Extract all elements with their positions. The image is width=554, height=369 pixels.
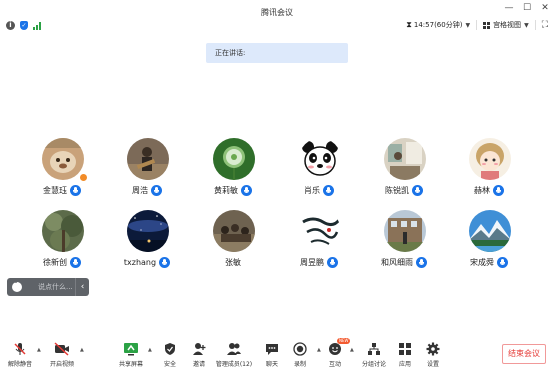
participant-tile[interactable]: 徐新创 [22, 210, 102, 270]
participant-name: 宋成舜 [470, 258, 494, 267]
participant-tile[interactable]: 宋成舜 [449, 210, 529, 270]
camera-off-icon [42, 342, 82, 356]
avatar [299, 138, 341, 180]
end-meeting-button[interactable]: 结束会议 [502, 344, 546, 364]
close-icon[interactable]: ✕ [540, 3, 550, 13]
participant-name: 陈锐凯 [385, 186, 409, 195]
avatar [213, 210, 255, 252]
new-badge: NEW [337, 338, 351, 344]
microphone-muted-icon [0, 342, 40, 356]
microphone-icon [159, 257, 171, 268]
participant-tile[interactable]: 陈锐凯 [364, 138, 444, 198]
avatar [213, 138, 255, 180]
participant-name: 肖乐 [304, 186, 320, 195]
avatar [299, 210, 341, 252]
meeting-toolbar: 解除静音 ▲ 开启视频 ▲ 共享屏幕 ▲ 安全 邀请 管理成员(12) 聊天 录… [0, 338, 554, 369]
microphone-icon [70, 257, 81, 268]
minimize-icon[interactable]: — [504, 3, 514, 13]
participant-tile[interactable]: 张敏 [193, 210, 273, 270]
record-button[interactable]: 录制 [280, 342, 320, 368]
view-mode-button[interactable]: 宫格视图 [493, 20, 521, 30]
microphone-icon [241, 185, 252, 196]
chat-bubble-icon [12, 279, 22, 292]
chevron-left-icon[interactable]: ‹ [75, 278, 89, 296]
share-screen-icon [111, 342, 151, 356]
info-icon[interactable]: i [6, 21, 15, 30]
chat-input[interactable]: 说点什么... ‹ [7, 278, 89, 296]
shield-icon[interactable]: ✓ [20, 21, 28, 30]
participant-name: 金慧珏 [43, 186, 67, 195]
participant-name: 周浩 [132, 186, 148, 195]
participant-name: 赫林 [474, 186, 490, 195]
reactions-button[interactable]: NEW 互动 [315, 338, 355, 368]
chat-placeholder: 说点什么... [38, 283, 73, 291]
participant-name: 黄莉敏 [214, 186, 238, 195]
gear-icon [413, 342, 453, 356]
chevron-up-icon[interactable]: ▲ [80, 347, 84, 353]
members-icon [214, 342, 254, 356]
microphone-icon [323, 185, 334, 196]
participant-name: 周昱鹏 [300, 258, 324, 267]
avatar [127, 138, 169, 180]
participant-tile[interactable]: 金慧珏 [22, 138, 102, 198]
microphone-icon [327, 257, 338, 268]
window-controls: — ☐ ✕ [504, 3, 550, 13]
start-video-button[interactable]: 开启视频 [42, 342, 82, 368]
participant-tile[interactable]: 周昱鹏 [279, 210, 359, 270]
meeting-duration[interactable]: 14:57(60分钟) [414, 20, 463, 30]
avatar [384, 138, 426, 180]
participant-name: 徐新创 [43, 258, 67, 267]
participant-name: 和风细雨 [381, 258, 413, 267]
add-person-icon [179, 342, 219, 356]
settings-button[interactable]: 设置 [413, 342, 453, 368]
avatar [42, 138, 84, 180]
hourglass-icon: ⧗ [406, 20, 412, 29]
share-screen-button[interactable]: 共享屏幕 [111, 342, 151, 368]
microphone-icon [70, 185, 81, 196]
grid-view-icon [483, 21, 491, 29]
participant-tile[interactable]: 黄莉敏 [193, 138, 273, 198]
participant-tile[interactable]: 赫林 [449, 138, 529, 198]
avatar [384, 210, 426, 252]
avatar [469, 210, 511, 252]
record-icon [280, 342, 320, 356]
invite-button[interactable]: 邀请 [179, 342, 219, 368]
maximize-icon[interactable]: ☐ [522, 3, 532, 13]
chevron-down-icon[interactable]: ▼ [465, 22, 470, 29]
microphone-icon [416, 257, 427, 268]
chevron-down-icon[interactable]: ▼ [524, 22, 529, 29]
manage-members-button[interactable]: 管理成员(12) [214, 342, 254, 368]
microphone-icon [151, 185, 162, 196]
participant-tile[interactable]: 周浩 [107, 138, 187, 198]
fullscreen-icon[interactable]: ⛶ [542, 20, 548, 30]
participant-name: txzhang [123, 258, 157, 267]
avatar [42, 210, 84, 252]
microphone-icon [493, 185, 504, 196]
microphone-icon [497, 257, 508, 268]
signal-icon[interactable] [33, 21, 41, 30]
microphone-icon [412, 185, 423, 196]
smile-icon [315, 342, 355, 356]
participant-tile[interactable]: txzhang [107, 210, 187, 270]
participant-tile[interactable]: 肖乐 [279, 138, 359, 198]
title-bar: 腾讯会议 — ☐ ✕ [0, 0, 554, 18]
avatar [127, 210, 169, 252]
avatar [469, 138, 511, 180]
speaking-indicator: 正在讲话: [206, 43, 348, 63]
participant-tile[interactable]: 和风细雨 [364, 210, 444, 270]
meeting-info-bar: i ✓ ⧗ 14:57(60分钟) ▼ 宫格视图 ▼ ⛶ [0, 18, 554, 36]
chevron-up-icon[interactable]: ▲ [37, 347, 41, 353]
participant-name: 张敏 [225, 258, 241, 267]
host-badge [79, 173, 88, 182]
unmute-button[interactable]: 解除静音 [0, 342, 40, 368]
window-title: 腾讯会议 [261, 8, 293, 17]
